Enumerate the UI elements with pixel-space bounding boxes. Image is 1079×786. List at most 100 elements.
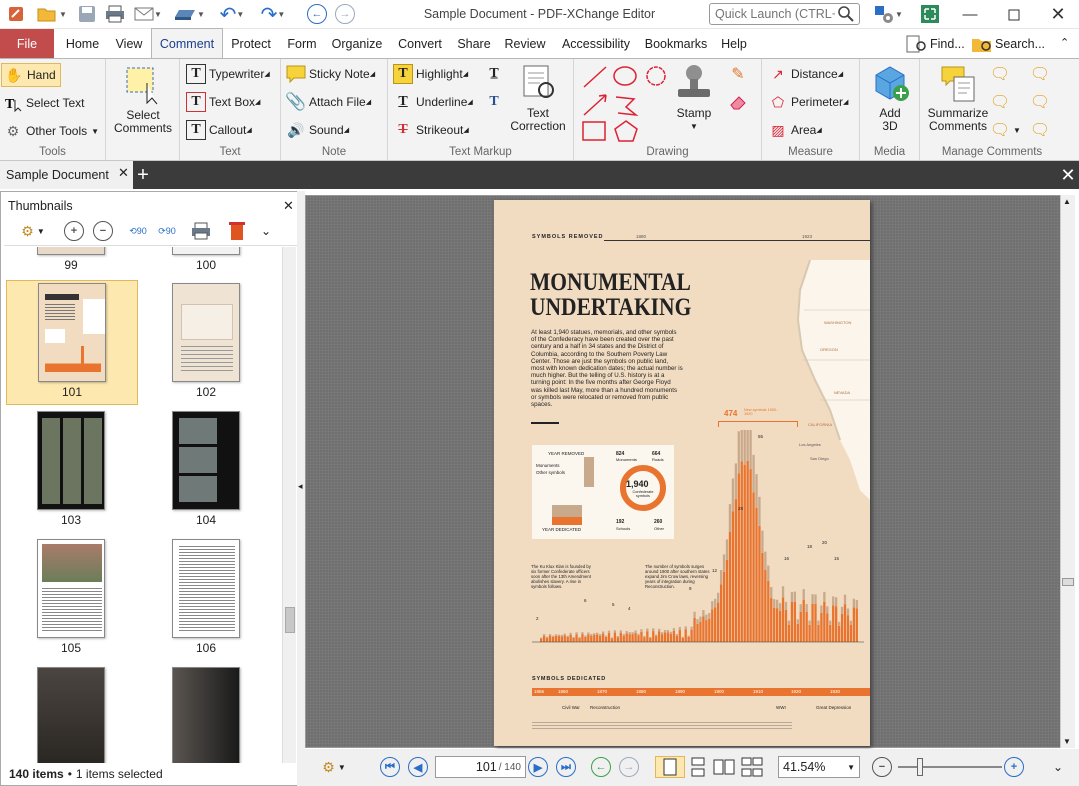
tab-home[interactable]: Home [59, 29, 106, 58]
comments-list-button[interactable]: 🗨 [1030, 64, 1053, 84]
summarize-comments-button[interactable]: Summarize Comments [924, 63, 992, 133]
stamp-button[interactable]: Stamp ▼ [670, 63, 718, 133]
zoom-slider-track[interactable] [898, 766, 1002, 768]
single-page-button[interactable] [655, 756, 685, 778]
thumbnail-page-100[interactable]: 100 [141, 247, 271, 272]
next-page-button[interactable]: ▶ [526, 756, 550, 778]
distance-button[interactable]: ↗ Distance ◢ [768, 64, 843, 84]
print-icon[interactable] [103, 3, 127, 25]
strikeout-button[interactable]: T Strikeout ◢ [393, 120, 468, 140]
tab-review[interactable]: Review [500, 29, 550, 58]
rotate-left-icon[interactable]: ⟲90 [126, 219, 150, 243]
text-correction-button[interactable]: Text Correction [506, 63, 570, 133]
callout-button[interactable]: T Callout ◢ [186, 120, 252, 140]
tab-convert[interactable]: Convert [393, 29, 447, 58]
insert-text-button[interactable]: T [484, 92, 507, 112]
sound-button[interactable]: 🔊 Sound ◢ [286, 120, 349, 140]
thumbnail-page-102[interactable]: 102 [141, 283, 271, 399]
area-button[interactable]: ▨ Area ◢ [768, 120, 821, 140]
thumbnail-page-99[interactable]: 99 [6, 247, 136, 272]
show-comments-button[interactable]: 🗨 ▼ [990, 120, 1021, 140]
zoom-in-button[interactable]: + [1002, 756, 1026, 778]
replace-text-button[interactable]: T̲ [484, 64, 507, 84]
document-tab[interactable]: Sample Document ✕ [0, 161, 133, 189]
tab-organize[interactable]: Organize [328, 29, 386, 58]
facing-continuous-button[interactable] [740, 756, 764, 778]
next-view-button[interactable]: → [617, 756, 641, 778]
zoom-slider-handle[interactable] [917, 758, 923, 776]
rotate-right-icon[interactable]: ⟳90 [155, 219, 179, 243]
thumbnails-scroll-thumb[interactable] [285, 607, 295, 633]
previous-view-button[interactable]: ← [589, 756, 613, 778]
tab-share[interactable]: Share [453, 29, 495, 58]
facing-button[interactable] [712, 756, 736, 778]
scan-icon[interactable]: ▼ [169, 3, 209, 25]
thumbnail-options-icon[interactable]: ⚙ ▼ [14, 219, 52, 243]
scroll-down-icon[interactable]: ▼ [1063, 737, 1071, 746]
new-tab-icon[interactable]: + [134, 163, 152, 187]
tab-file[interactable]: File [0, 29, 54, 58]
thumbnail-page-108[interactable] [141, 667, 271, 763]
hand-button[interactable]: ✋ Hand [1, 63, 61, 87]
tab-accessibility[interactable]: Accessibility [556, 29, 636, 58]
previous-page-button[interactable]: ◀ [406, 756, 430, 778]
select-text-button[interactable]: T Select Text [3, 93, 84, 113]
ui-options-icon[interactable]: ▼ [868, 3, 908, 25]
zoom-out-button[interactable]: − [870, 756, 894, 778]
open-folder-icon[interactable]: ▼ [33, 3, 71, 25]
thumbnail-page-107[interactable] [6, 667, 136, 763]
thumbnail-page-101[interactable]: 101 [7, 283, 137, 399]
tab-protect[interactable]: Protect [226, 29, 276, 58]
document-scrollbar[interactable]: ▲ ▼ [1060, 195, 1075, 748]
search-button[interactable]: Search... [971, 29, 1051, 58]
tab-view[interactable]: View [110, 29, 148, 58]
forward-icon[interactable]: → [332, 3, 358, 25]
text-box-button[interactable]: T Text Box ◢ [186, 92, 260, 112]
zoom-field[interactable]: 41.54% ▼ [778, 756, 860, 778]
back-icon[interactable]: ← [304, 3, 330, 25]
zoom-dropdown-icon[interactable]: ▼ [847, 763, 855, 772]
perimeter-button[interactable]: ⬠ Perimeter ◢ [768, 92, 849, 112]
first-page-button[interactable]: ⏮ [378, 756, 402, 778]
thumbnails-scrollbar[interactable] [282, 247, 296, 763]
attach-file-button[interactable]: 📎 Attach File ◢ [285, 92, 371, 112]
thumbnail-page-106[interactable]: 106 [141, 539, 271, 655]
minimize-button[interactable]: — [948, 0, 992, 29]
panel-splitter[interactable]: ◂ [297, 191, 305, 786]
highlight-button[interactable]: T Highlight ◢ [393, 64, 468, 84]
add-3d-button[interactable]: Add 3D [866, 63, 914, 133]
document-scroll-thumb[interactable] [1062, 578, 1074, 586]
select-comments-button[interactable]: Select Comments [110, 65, 176, 135]
save-icon[interactable] [76, 3, 98, 25]
comment-styles-button[interactable]: 🗨 [1030, 92, 1053, 112]
tab-comment[interactable]: Comment [151, 28, 223, 59]
pencil-button[interactable]: ✎ [728, 64, 751, 84]
thumbnail-page-105[interactable]: 105 [6, 539, 136, 655]
collapse-ribbon-icon[interactable]: ⌃ [1060, 36, 1074, 50]
close-panel-icon[interactable]: ✕ [283, 198, 294, 214]
maximize-button[interactable] [992, 0, 1036, 29]
thumbnail-page-104[interactable]: 104 [141, 411, 271, 527]
continuous-button[interactable] [686, 756, 710, 778]
import-comments-button[interactable]: 🗨 [990, 64, 1013, 84]
find-button[interactable]: Find... [906, 29, 968, 58]
thumbnail-page-103[interactable]: 103 [6, 411, 136, 527]
zoom-in-thumbnails-icon[interactable]: + [62, 219, 86, 243]
other-tools-button[interactable]: ⚙ Other Tools ▼ [3, 121, 99, 141]
fullscreen-icon[interactable] [918, 3, 942, 25]
email-icon[interactable]: ▼ [131, 3, 165, 25]
search-icon[interactable] [838, 6, 856, 22]
close-button[interactable]: ✕ [1036, 0, 1079, 29]
close-tab-icon[interactable]: ✕ [118, 165, 129, 181]
page-number-field[interactable]: 101 / 140 [435, 756, 526, 778]
close-document-icon[interactable]: ✕ [1058, 164, 1078, 186]
status-more-icon[interactable]: ⌄ [1046, 756, 1070, 778]
redo-icon[interactable]: ↷ ▼ [254, 3, 292, 26]
view-options-icon[interactable]: ⚙ ▼ [314, 756, 354, 778]
typewriter-button[interactable]: T Typewriter ◢ [186, 64, 270, 84]
flatten-comments-button[interactable]: 🗨 [1030, 120, 1053, 140]
delete-pages-icon[interactable] [225, 219, 249, 243]
sticky-note-button[interactable]: Sticky Note ◢ [286, 64, 375, 84]
last-page-button[interactable]: ⏭ [554, 756, 578, 778]
tab-form[interactable]: Form [282, 29, 322, 58]
